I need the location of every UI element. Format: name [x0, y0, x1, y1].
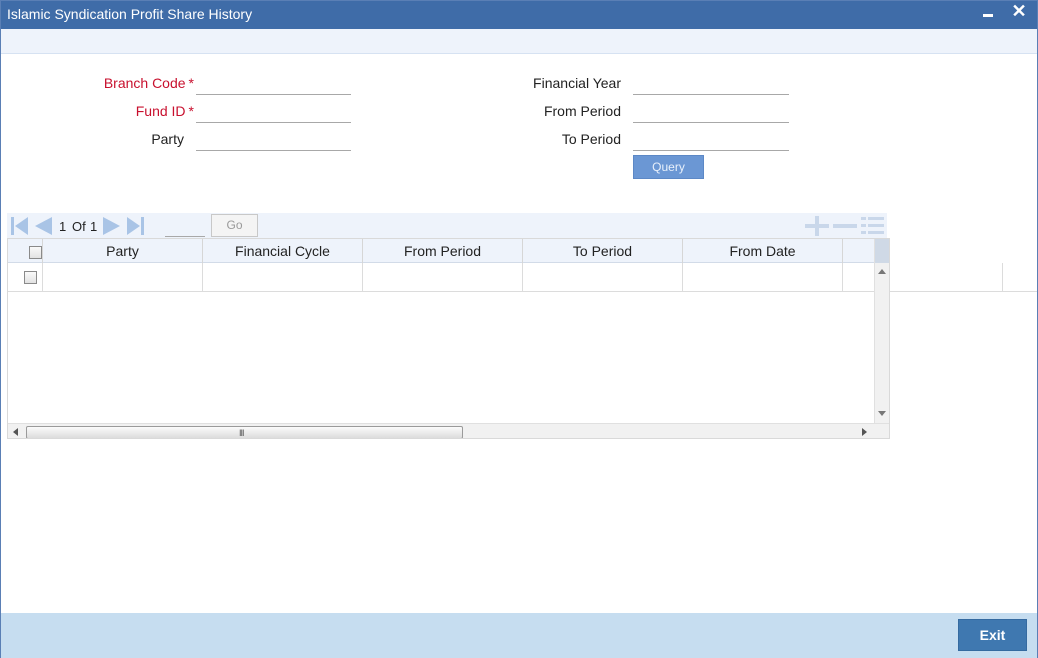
delete-row-icon[interactable]: [833, 216, 857, 236]
go-button[interactable]: Go: [211, 214, 258, 237]
row-details-icon[interactable]: [861, 216, 885, 236]
party-field[interactable]: [196, 129, 351, 151]
select-all-checkbox[interactable]: [29, 246, 42, 259]
profit-share-grid: Party Financial Cycle From Period To Per…: [7, 238, 890, 439]
goto-page-input[interactable]: [165, 217, 205, 237]
vertical-scrollbar[interactable]: [874, 239, 889, 423]
row-checkbox[interactable]: [24, 271, 37, 284]
sub-header-bar: [1, 29, 1037, 54]
exit-button[interactable]: Exit: [958, 619, 1027, 651]
select-all-column: [8, 239, 43, 263]
row-select-cell: [8, 263, 43, 292]
column-header-to-period[interactable]: To Period: [523, 239, 683, 263]
total-pages: 1: [90, 219, 98, 234]
scroll-grip-icon: III: [239, 428, 244, 438]
party-label: Party: [151, 131, 184, 147]
cell-to-period[interactable]: [523, 263, 683, 292]
next-page-icon[interactable]: [102, 216, 122, 236]
title-bar: Islamic Syndication Profit Share History…: [1, 1, 1037, 29]
fund-id-label: Fund ID *: [61, 103, 194, 119]
required-marker: *: [188, 103, 194, 119]
cell-from-period[interactable]: [363, 263, 523, 292]
to-period-label: To Period: [561, 131, 621, 147]
window: Islamic Syndication Profit Share History…: [0, 0, 1038, 658]
column-header-from-date[interactable]: From Date: [683, 239, 843, 263]
grid-header: Party Financial Cycle From Period To Per…: [8, 239, 874, 263]
cell-party[interactable]: [43, 263, 203, 292]
page-of-label: Of: [72, 219, 86, 234]
column-divider-overflow: [1002, 263, 1003, 292]
first-page-icon[interactable]: [9, 216, 29, 236]
last-page-icon[interactable]: [126, 216, 146, 236]
grid-pager: 1 Of 1 Go: [7, 213, 887, 239]
close-icon[interactable]: ✕: [1009, 1, 1029, 23]
scroll-up-icon[interactable]: [878, 269, 886, 274]
horizontal-scrollbar[interactable]: III: [8, 423, 889, 438]
cell-from-date[interactable]: [683, 263, 843, 292]
table-row[interactable]: [8, 263, 889, 292]
minimize-icon[interactable]: [981, 4, 995, 24]
fund-id-field[interactable]: [196, 101, 351, 123]
fund-id-label-text: Fund ID: [135, 103, 186, 119]
scrollbar-header-cap: [875, 239, 889, 263]
from-period-label: From Period: [543, 103, 621, 119]
column-header-financial-cycle[interactable]: Financial Cycle: [203, 239, 363, 263]
financial-year-field[interactable]: [633, 73, 789, 95]
financial-year-label: Financial Year: [533, 75, 621, 91]
scroll-right-icon[interactable]: [862, 428, 867, 436]
cell-financial-cycle[interactable]: [203, 263, 363, 292]
branch-code-label-text: Branch Code: [103, 75, 186, 91]
previous-page-icon[interactable]: [33, 216, 53, 236]
branch-code-field[interactable]: [196, 73, 351, 95]
column-header-party[interactable]: Party: [43, 239, 203, 263]
add-row-icon[interactable]: [805, 216, 829, 236]
current-page: 1: [59, 219, 67, 234]
query-button[interactable]: Query: [633, 155, 704, 179]
footer-bar: Exit: [1, 613, 1037, 658]
scroll-left-icon[interactable]: [13, 428, 18, 436]
from-period-field[interactable]: [633, 101, 789, 123]
required-marker: *: [188, 75, 194, 91]
branch-code-label: Branch Code *: [61, 75, 194, 91]
column-header-from-period[interactable]: From Period: [363, 239, 523, 263]
scroll-down-icon[interactable]: [878, 411, 886, 416]
row-divider-overflow: [890, 291, 1037, 292]
horizontal-scroll-thumb[interactable]: III: [26, 426, 463, 438]
to-period-field[interactable]: [633, 129, 789, 151]
window-title: Islamic Syndication Profit Share History: [7, 6, 253, 22]
